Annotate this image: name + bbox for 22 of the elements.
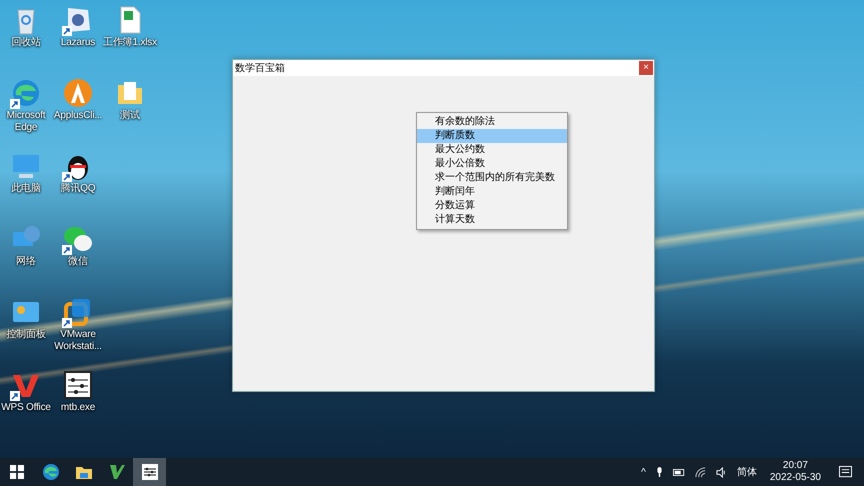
wifi-icon[interactable] (694, 466, 706, 478)
list-item[interactable]: 判断闰年 (417, 185, 567, 199)
input-method-indicator[interactable]: 简体 (736, 465, 757, 479)
edge-browser-icon[interactable] (10, 77, 42, 109)
time-text: 20:07 (782, 460, 808, 472)
letter-a-logo-icon[interactable] (62, 77, 94, 109)
battery-icon[interactable] (672, 468, 685, 476)
list-item[interactable]: 有余数的除法 (417, 115, 567, 129)
microphone-icon[interactable] (656, 466, 663, 478)
date-text: 2022-05-30 (770, 472, 821, 484)
list-item[interactable]: 求一个范围内的所有完美数 (417, 171, 567, 185)
list-item[interactable]: 判断质数 (417, 129, 567, 143)
list-item[interactable]: 计算天数 (417, 213, 567, 227)
clock[interactable]: 20:07 2022-05-30 (770, 460, 821, 484)
window-title: 数学百宝箱 (235, 62, 285, 75)
show-hidden-icons-button[interactable]: ^ (641, 466, 646, 478)
list-item[interactable]: 最大公约数 (417, 143, 567, 157)
list-item[interactable]: 最小公倍数 (417, 157, 567, 171)
list-item[interactable]: 分数运算 (417, 199, 567, 213)
close-button[interactable]: × (639, 61, 653, 75)
speaker-icon[interactable] (716, 466, 727, 478)
notification-icon[interactable] (839, 466, 852, 478)
